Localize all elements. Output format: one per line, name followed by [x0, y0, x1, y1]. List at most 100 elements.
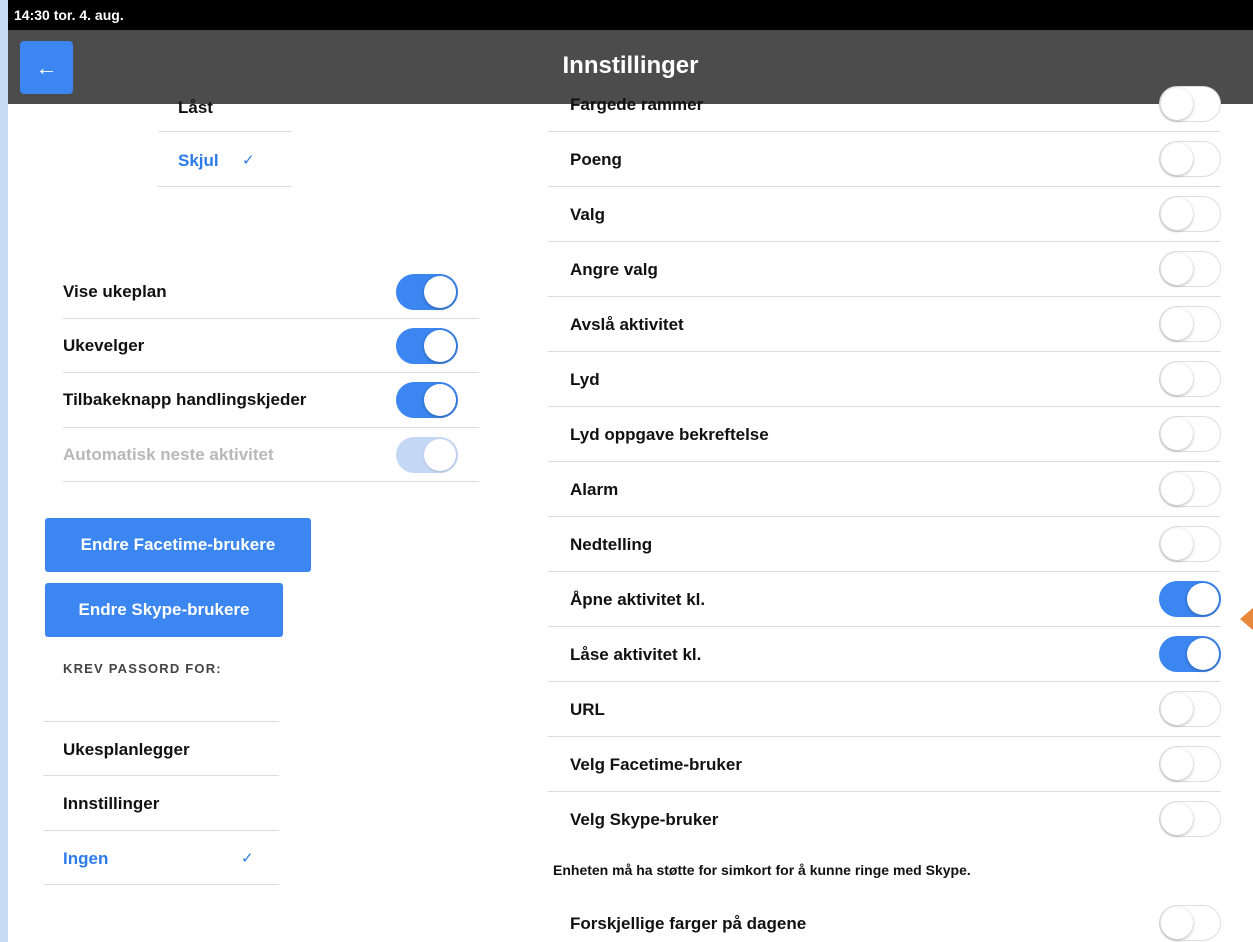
option-last[interactable]: Låst — [178, 98, 213, 118]
divider — [43, 830, 279, 831]
settings-screen: 14:30 tor. 4. aug. 24 % ← Innstillinger … — [8, 0, 1253, 942]
toggle-label: URL — [570, 700, 605, 719]
toggle-label: Ukevelger — [63, 336, 145, 355]
toggle-knob — [424, 439, 456, 471]
toggle-switch — [396, 437, 458, 473]
status-bar: 14:30 tor. 4. aug. 24 % — [8, 0, 1253, 434]
toggle-row-poeng: Poeng — [548, 132, 1221, 187]
toggle-knob — [1161, 308, 1193, 340]
toggle-switch[interactable] — [1159, 86, 1221, 122]
toggle-row-tilbakeknapp: Tilbakeknapp handlingskjeder — [43, 373, 479, 427]
toggle-knob — [1187, 583, 1219, 615]
edit-facetime-users-button[interactable]: Endre Facetime-brukere — [45, 518, 311, 572]
toggle-knob — [1161, 253, 1193, 285]
toggle-row-valg: Valg — [548, 187, 1221, 242]
toggle-switch[interactable] — [1159, 746, 1221, 782]
toggle-knob — [1161, 803, 1193, 835]
toggle-knob — [1161, 748, 1193, 780]
toggle-knob — [424, 384, 456, 416]
toggle-knob — [1161, 198, 1193, 230]
toggle-knob — [1161, 143, 1193, 175]
toggle-switch[interactable] — [1159, 141, 1221, 177]
toggle-switch[interactable] — [1159, 196, 1221, 232]
right-column: Fargede rammer Poeng Valg Angre valg Avs… — [548, 86, 1253, 942]
toggle-row-angre-valg: Angre valg — [548, 242, 1221, 297]
toggle-knob — [1161, 693, 1193, 725]
toggle-row-lase-aktivitet: Låse aktivitet kl. — [548, 627, 1221, 682]
toggle-row-forskjellige-farger: Forskjellige farger på dagene — [548, 896, 1221, 942]
toggle-row-alarm: Alarm — [548, 462, 1221, 517]
toggle-knob — [1161, 528, 1193, 560]
toggle-label: Automatisk neste aktivitet — [63, 445, 274, 464]
toggle-switch[interactable] — [396, 382, 458, 418]
checkmark-icon: ✓ — [242, 152, 255, 169]
toggle-switch[interactable] — [1159, 801, 1221, 837]
toggle-label: Velg Skype-bruker — [570, 810, 719, 829]
toggle-row-fargede-rammer: Fargede rammer — [548, 77, 1221, 132]
divider — [43, 884, 279, 885]
toggle-label: Fargede rammer — [570, 95, 704, 114]
toggle-row-nedtelling: Nedtelling — [548, 517, 1221, 572]
divider — [43, 721, 279, 722]
toggle-switch[interactable] — [1159, 306, 1221, 342]
edit-skype-users-button[interactable]: Endre Skype-brukere — [45, 583, 283, 637]
toggle-switch[interactable] — [1159, 691, 1221, 727]
toggle-label: Forskjellige farger på dagene — [570, 914, 807, 933]
divider — [158, 131, 291, 132]
toggle-row-lyd-oppgave-bekreftelse: Lyd oppgave bekreftelse — [548, 407, 1221, 462]
toggle-knob — [424, 330, 456, 362]
toggle-label: Åpne aktivitet kl. — [570, 590, 706, 609]
toggle-row-velg-facetime-bruker: Velg Facetime-bruker — [548, 737, 1221, 792]
page-title: Innstillinger — [562, 52, 699, 79]
toggle-switch[interactable] — [1159, 581, 1221, 617]
toggle-knob — [1161, 473, 1193, 505]
toggle-label: Valg — [570, 205, 605, 224]
password-option-ingen[interactable]: Ingen — [63, 849, 108, 869]
password-section-header: KREV PASSORD FOR: — [63, 661, 222, 676]
toggle-knob — [1187, 638, 1219, 670]
toggle-row-apne-aktivitet: Åpne aktivitet kl. — [548, 572, 1221, 627]
toggle-label: Velg Facetime-bruker — [570, 755, 742, 774]
toggle-label: Alarm — [570, 480, 619, 499]
toggle-switch[interactable] — [1159, 636, 1221, 672]
toggle-label: Vise ukeplan — [63, 282, 167, 301]
toggle-row-vise-ukeplan: Vise ukeplan — [43, 265, 479, 319]
toggle-switch[interactable] — [396, 274, 458, 310]
toggle-switch[interactable] — [1159, 416, 1221, 452]
toggle-switch[interactable] — [1159, 251, 1221, 287]
divider — [158, 186, 291, 187]
toggle-label: Låse aktivitet kl. — [570, 645, 702, 664]
toggle-label: Tilbakeknapp handlingskjeder — [63, 390, 307, 409]
pointer-arrow-icon — [1240, 607, 1253, 631]
left-column: Låst Skjul ✓ Vise ukeplan Ukevelger Tilb… — [8, 98, 548, 942]
toggle-knob — [1161, 363, 1193, 395]
toggle-row-avsla-aktivitet: Avslå aktivitet — [548, 297, 1221, 352]
toggle-knob — [424, 276, 456, 308]
toggle-row-url: URL — [548, 682, 1221, 737]
toggle-switch[interactable] — [1159, 526, 1221, 562]
toggle-knob — [1161, 907, 1193, 939]
toggle-label: Avslå aktivitet — [570, 315, 684, 334]
skype-note: Enheten må ha støtte for simkort for å k… — [553, 862, 971, 878]
toggle-switch[interactable] — [1159, 905, 1221, 941]
toggle-switch[interactable] — [396, 328, 458, 364]
status-time: 14:30 tor. 4. aug. — [14, 7, 124, 23]
checkmark-icon: ✓ — [241, 850, 254, 867]
toggle-knob — [1161, 418, 1193, 450]
toggle-label: Angre valg — [570, 260, 658, 279]
divider — [43, 775, 279, 776]
toggle-knob — [1161, 88, 1193, 120]
toggle-row-velg-skype-bruker: Velg Skype-bruker — [548, 792, 1221, 847]
toggle-switch[interactable] — [1159, 471, 1221, 507]
toggle-switch[interactable] — [1159, 361, 1221, 397]
toggle-label: Poeng — [570, 150, 622, 169]
password-option-innstillinger[interactable]: Innstillinger — [63, 794, 159, 814]
toggle-row-ukevelger: Ukevelger — [43, 319, 479, 373]
password-option-ukesplanlegger[interactable]: Ukesplanlegger — [63, 740, 190, 760]
toggle-label: Lyd oppgave bekreftelse — [570, 425, 769, 444]
toggle-label: Nedtelling — [570, 535, 653, 554]
toggle-label: Lyd — [570, 370, 600, 389]
option-skjul[interactable]: Skjul — [178, 151, 219, 171]
toggle-row-lyd: Lyd — [548, 352, 1221, 407]
divider — [63, 481, 479, 482]
